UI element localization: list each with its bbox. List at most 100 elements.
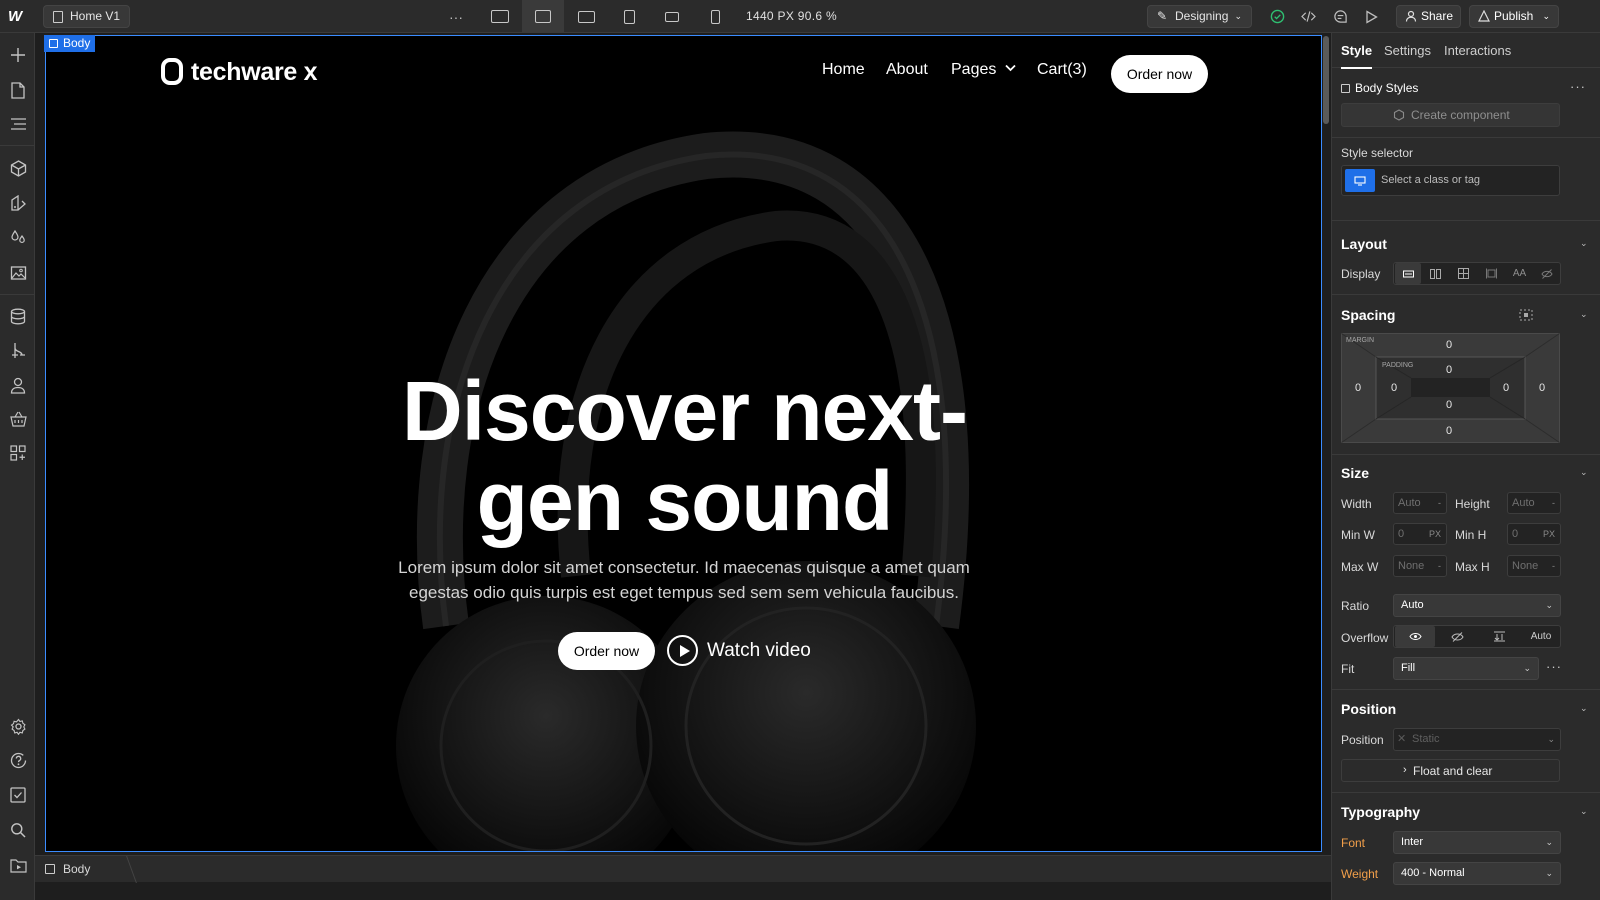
search-icon[interactable] (7, 819, 29, 841)
more-options-button[interactable]: ··· (441, 5, 471, 28)
margin-bottom-value[interactable]: 0 (1446, 425, 1452, 437)
nav-link-about[interactable]: About (886, 61, 928, 79)
min-width-unit[interactable]: PX (1429, 524, 1441, 544)
typography-section-title[interactable]: Typography (1341, 804, 1420, 820)
share-button[interactable]: Share (1396, 5, 1461, 28)
webflow-logo[interactable]: W (8, 8, 28, 26)
watch-video-button[interactable]: Watch video (667, 635, 811, 667)
chevron-down-icon[interactable]: ⌄ (1580, 467, 1588, 478)
font-dropdown[interactable]: Inter ⌄ (1393, 831, 1561, 854)
nav-link-pages[interactable]: Pages (951, 61, 1016, 79)
nav-link-home[interactable]: Home (822, 61, 865, 79)
overflow-hidden-eye-off-icon[interactable] (1437, 626, 1477, 647)
width-input[interactable]: Auto - (1393, 492, 1447, 514)
settings-gear-icon[interactable] (7, 715, 29, 737)
assets-icon[interactable] (7, 261, 29, 283)
breakpoint-mobile-landscape-button[interactable] (651, 0, 693, 33)
max-height-unit[interactable]: - (1552, 556, 1555, 576)
ratio-dropdown[interactable]: Auto ⌄ (1393, 594, 1561, 617)
navigator-icon[interactable] (7, 113, 29, 135)
add-elements-icon[interactable] (7, 44, 29, 66)
display-inline-text-option[interactable]: AA (1506, 263, 1533, 284)
breakpoint-tablet-button[interactable] (608, 0, 650, 33)
breadcrumb-item-body[interactable]: Body (45, 862, 90, 876)
cms-icon[interactable] (7, 305, 29, 327)
design-canvas[interactable]: techware x Home About Pages Cart(3) Orde… (35, 33, 1331, 855)
nav-link-cart[interactable]: Cart(3) (1037, 61, 1087, 79)
ecommerce-icon[interactable] (7, 408, 29, 430)
chevron-down-icon[interactable]: ⌄ (1580, 703, 1588, 714)
float-and-clear-button[interactable]: › Float and clear (1341, 759, 1560, 782)
nav-order-now-button[interactable]: Order now (1111, 55, 1208, 93)
padding-top-value[interactable]: 0 (1446, 364, 1452, 376)
overflow-scroll-icon[interactable] (1479, 626, 1519, 647)
overflow-visible-eye-icon[interactable] (1395, 626, 1435, 647)
weight-dropdown[interactable]: 400 - Normal ⌄ (1393, 862, 1561, 885)
element-more-options-button[interactable]: ··· (1570, 79, 1586, 94)
display-flex-icon[interactable] (1422, 263, 1449, 284)
height-unit[interactable]: - (1552, 493, 1555, 513)
overflow-auto-option[interactable]: Auto (1521, 626, 1561, 647)
chevron-down-icon[interactable]: ⌄ (1580, 238, 1588, 249)
position-dropdown[interactable]: ✕ Static ⌄ (1393, 728, 1561, 751)
padding-left-value[interactable]: 0 (1391, 382, 1397, 394)
fit-dropdown[interactable]: Fill ⌄ (1393, 657, 1539, 680)
breakpoint-desktop-button[interactable] (522, 0, 564, 33)
padding-bottom-value[interactable]: 0 (1446, 399, 1452, 411)
create-component-button[interactable]: Create component (1341, 103, 1560, 127)
audit-checklist-icon[interactable] (7, 784, 29, 806)
mode-dropdown[interactable]: ✎ Designing ⌄ (1147, 5, 1252, 28)
logic-icon[interactable] (7, 339, 29, 361)
spacing-presets-icon[interactable] (1519, 309, 1533, 324)
breakpoint-mobile-portrait-button[interactable] (694, 0, 736, 33)
pages-icon[interactable] (7, 79, 29, 101)
max-height-input[interactable]: None - (1507, 555, 1561, 577)
display-block-icon[interactable] (1395, 263, 1421, 284)
fit-more-options-button[interactable]: ··· (1546, 659, 1562, 674)
margin-right-value[interactable]: 0 (1539, 382, 1545, 394)
min-height-input[interactable]: 0 PX (1507, 523, 1561, 545)
hero-order-now-button[interactable]: Order now (558, 632, 655, 670)
site-logo[interactable]: techware x (161, 58, 318, 87)
height-input[interactable]: Auto - (1507, 492, 1561, 514)
style-manager-icon[interactable] (7, 192, 29, 214)
page-selector-button[interactable]: Home V1 (43, 5, 131, 28)
breakpoint-large-desktop-button[interactable] (479, 0, 521, 33)
variables-icon[interactable] (7, 226, 29, 248)
display-inline-block-icon[interactable] (1478, 263, 1505, 284)
display-grid-icon[interactable] (1450, 263, 1477, 284)
max-width-input[interactable]: None - (1393, 555, 1447, 577)
code-icon[interactable] (1293, 5, 1323, 28)
padding-right-value[interactable]: 0 (1503, 382, 1509, 394)
page-body[interactable]: techware x Home About Pages Cart(3) Orde… (45, 35, 1322, 852)
comments-icon[interactable] (1325, 5, 1355, 28)
max-width-unit[interactable]: - (1438, 556, 1441, 576)
margin-left-value[interactable]: 0 (1355, 382, 1361, 394)
publish-button[interactable]: Publish ⌄ (1469, 5, 1559, 28)
tab-settings[interactable]: Settings (1384, 43, 1431, 58)
publish-status-check-icon[interactable] (1262, 5, 1292, 28)
min-height-unit[interactable]: PX (1543, 524, 1555, 544)
style-selector-input[interactable]: Select a class or tag (1341, 165, 1560, 196)
chevron-down-icon[interactable]: ⌄ (1580, 309, 1588, 320)
spacing-section-title[interactable]: Spacing (1341, 307, 1395, 323)
margin-top-value[interactable]: 0 (1446, 339, 1452, 351)
preview-play-icon[interactable] (1356, 5, 1386, 28)
selected-element-tag[interactable]: Body (44, 35, 96, 52)
components-icon[interactable] (7, 157, 29, 179)
min-width-input[interactable]: 0 PX (1393, 523, 1447, 545)
help-icon[interactable] (7, 749, 29, 771)
chevron-down-icon[interactable]: ⌄ (1580, 806, 1588, 817)
tab-interactions[interactable]: Interactions (1444, 43, 1511, 58)
tab-style[interactable]: Style (1341, 43, 1373, 69)
users-icon[interactable] (7, 374, 29, 396)
video-tutorials-icon[interactable] (7, 854, 29, 876)
layout-section-title[interactable]: Layout (1341, 236, 1387, 252)
position-section-title[interactable]: Position (1341, 701, 1396, 717)
apps-icon[interactable] (7, 442, 29, 464)
breakpoint-base-button[interactable] (565, 0, 607, 33)
size-section-title[interactable]: Size (1341, 465, 1369, 481)
width-unit[interactable]: - (1438, 493, 1441, 513)
display-none-eye-off-icon[interactable] (1534, 263, 1560, 284)
canvas-scrollbar[interactable] (1323, 36, 1329, 124)
